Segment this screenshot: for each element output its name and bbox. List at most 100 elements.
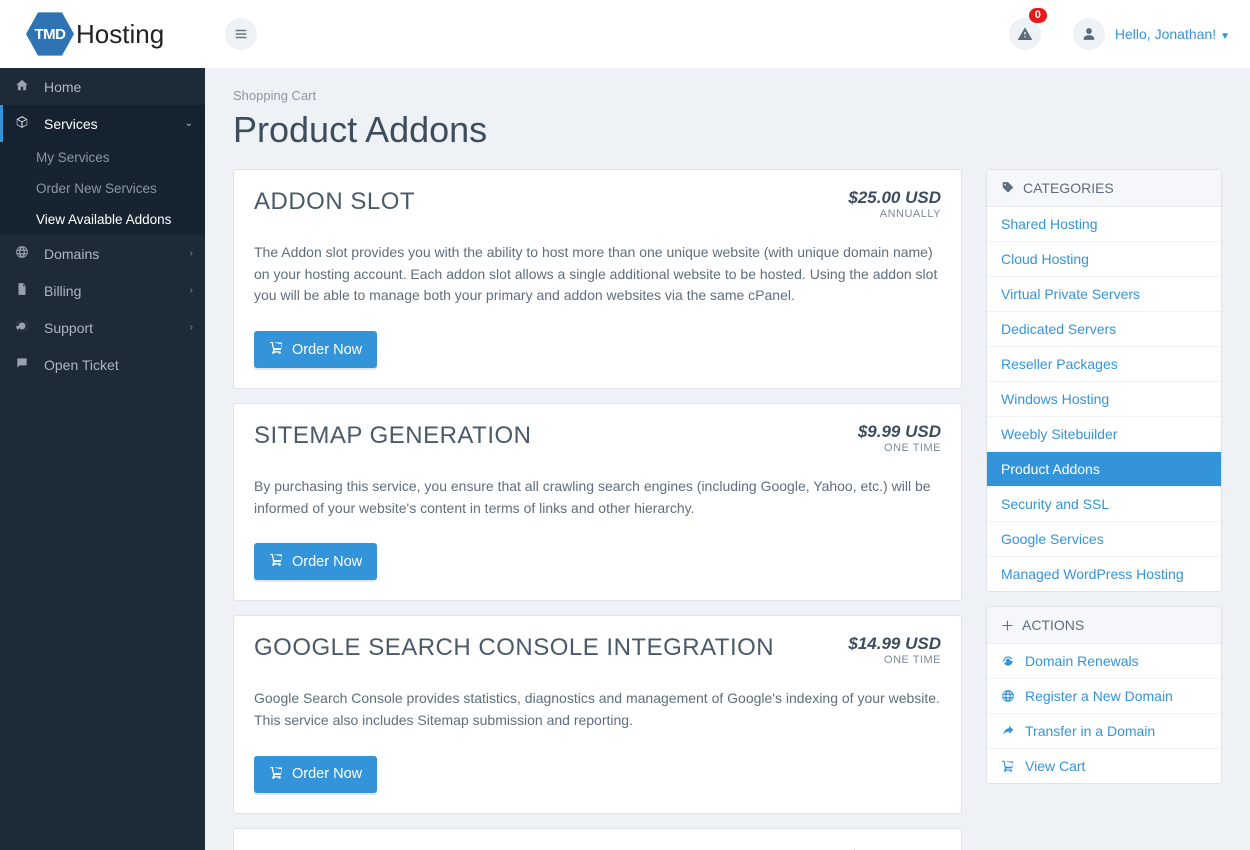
chevron-right-icon: ›: [190, 322, 193, 333]
action-item-register-a-new-domain[interactable]: Register a New Domain: [987, 679, 1221, 714]
refresh-icon: [1001, 654, 1015, 668]
nav-label: Support: [44, 320, 93, 336]
category-item[interactable]: Security and SSL: [987, 487, 1221, 522]
order-label: Order Now: [292, 766, 362, 782]
breadcrumb[interactable]: Shopping Cart: [233, 88, 1222, 103]
caret-down-icon: ▼: [1220, 31, 1230, 42]
sidebar-item-billing[interactable]: Billing ›: [0, 272, 205, 309]
addon-price: $9.99 USD: [858, 422, 941, 442]
categories-panel: CATEGORIES Shared HostingCloud HostingVi…: [986, 169, 1222, 592]
category-item[interactable]: Product Addons: [987, 452, 1221, 487]
sidebar-item-open-ticket[interactable]: Open Ticket: [0, 346, 205, 383]
avatar: [1073, 18, 1105, 50]
action-item-domain-renewals[interactable]: Domain Renewals: [987, 644, 1221, 679]
sidebar: Home Services ⌄ My ServicesOrder New Servic…: [0, 68, 205, 850]
category-item[interactable]: Shared Hosting: [987, 207, 1221, 242]
nav-label: Services: [44, 116, 98, 132]
nav-icon: [14, 78, 30, 95]
chevron-down-icon: ⌄: [185, 118, 193, 129]
cart-icon: [269, 765, 284, 784]
addon-price-block: $9.99 USDONE TIME: [858, 422, 941, 454]
addon-price: $25.00 USD: [848, 188, 941, 208]
addon-price: $14.99 USD: [848, 634, 941, 654]
category-item[interactable]: Google Services: [987, 522, 1221, 557]
action-item-view-cart[interactable]: View Cart: [987, 749, 1221, 783]
addon-price-block: $25.00 USDANNUALLY: [848, 188, 941, 220]
order-label: Order Now: [292, 342, 362, 358]
sidebar-item-support[interactable]: Support ›: [0, 309, 205, 346]
sidebar-subitem-order-new-services[interactable]: Order New Services: [0, 173, 205, 204]
addon-price-block: $14.99 USDONE TIME: [848, 634, 941, 666]
action-label: View Cart: [1025, 758, 1085, 774]
nav-label: Domains: [44, 246, 99, 262]
sidebar-item-services[interactable]: Services ⌄: [0, 105, 205, 142]
chevron-right-icon: ›: [190, 248, 193, 259]
right-column: CATEGORIES Shared HostingCloud HostingVi…: [986, 169, 1222, 798]
order-label: Order Now: [292, 554, 362, 570]
user-icon: [1082, 27, 1096, 41]
category-item[interactable]: Reseller Packages: [987, 347, 1221, 382]
nav-icon: [14, 356, 30, 373]
actions-panel: ACTIONS Domain Renewals Register a New Do…: [986, 606, 1222, 784]
cart-icon: [269, 340, 284, 359]
addon-description: Google Search Console provides statistic…: [254, 688, 941, 731]
addon-cycle: ANNUALLY: [848, 208, 941, 220]
cart-icon: [269, 552, 284, 571]
categories-panel-header: CATEGORIES: [987, 170, 1221, 207]
order-now-button[interactable]: Order Now: [254, 756, 377, 793]
actions-panel-header: ACTIONS: [987, 607, 1221, 644]
greeting-text: Hello, Jonathan!▼: [1115, 26, 1230, 42]
addon-cycle: ONE TIME: [848, 654, 941, 666]
sidebar-item-domains[interactable]: Domains ›: [0, 235, 205, 272]
globe-icon: [1001, 689, 1015, 703]
category-item[interactable]: Cloud Hosting: [987, 242, 1221, 277]
logo-badge: TMD: [26, 10, 74, 58]
addon-card: GOOGLE ANALYTICS INTEGRATION$15.99 USDON…: [233, 828, 962, 850]
chevron-right-icon: ›: [190, 285, 193, 296]
user-menu[interactable]: Hello, Jonathan!▼: [1073, 18, 1230, 50]
hamburger-icon: [234, 27, 248, 41]
addon-title: ADDON SLOT: [254, 188, 415, 216]
notifications-button[interactable]: 0: [1009, 18, 1041, 50]
warning-icon: [1017, 26, 1033, 42]
nav-icon: [14, 319, 30, 336]
share-icon: [1001, 724, 1015, 738]
nav-label: Home: [44, 79, 81, 95]
menu-toggle-button[interactable]: [225, 18, 257, 50]
order-now-button[interactable]: Order Now: [254, 331, 377, 368]
addon-card: SITEMAP GENERATION $9.99 USDONE TIME By pu…: [233, 403, 962, 601]
nav-icon: [14, 115, 30, 132]
addon-description: The Addon slot provides you with the abi…: [254, 242, 941, 307]
cart-icon: [1001, 759, 1015, 773]
nav-label: Billing: [44, 283, 81, 299]
nav-icon: [14, 282, 30, 299]
addon-title: SITEMAP GENERATION: [254, 422, 532, 450]
category-item[interactable]: Virtual Private Servers: [987, 277, 1221, 312]
action-label: Transfer in a Domain: [1025, 723, 1155, 739]
page-title: Product Addons: [233, 109, 1222, 151]
order-now-button[interactable]: Order Now: [254, 543, 377, 580]
category-item[interactable]: Managed WordPress Hosting: [987, 557, 1221, 591]
tags-icon: [1001, 181, 1015, 195]
logo[interactable]: TMD Hosting: [0, 10, 205, 58]
addon-description: By purchasing this service, you ensure t…: [254, 476, 941, 519]
category-item[interactable]: Weebly Sitebuilder: [987, 417, 1221, 452]
addon-card: ADDON SLOT $25.00 USDANNUALLY The Addon sl…: [233, 169, 962, 389]
addon-card: GOOGLE SEARCH CONSOLE INTEGRATION $14.99 …: [233, 615, 962, 813]
category-item[interactable]: Windows Hosting: [987, 382, 1221, 417]
action-label: Domain Renewals: [1025, 653, 1139, 669]
category-item[interactable]: Dedicated Servers: [987, 312, 1221, 347]
nav-icon: [14, 245, 30, 262]
sidebar-item-home[interactable]: Home: [0, 68, 205, 105]
action-item-transfer-in-a-domain[interactable]: Transfer in a Domain: [987, 714, 1221, 749]
sidebar-subitem-view-available-addons[interactable]: View Available Addons: [0, 204, 205, 235]
notifications-badge: 0: [1029, 8, 1047, 23]
action-label: Register a New Domain: [1025, 688, 1173, 704]
addons-column: ADDON SLOT $25.00 USDANNUALLY The Addon sl…: [233, 169, 962, 850]
addon-title: GOOGLE SEARCH CONSOLE INTEGRATION: [254, 634, 774, 662]
sidebar-subitem-my-services[interactable]: My Services: [0, 142, 205, 173]
addon-cycle: ONE TIME: [858, 442, 941, 454]
main-content: Shopping Cart Product Addons ADDON SLOT $…: [205, 68, 1250, 850]
plus-icon: [1001, 619, 1014, 632]
topbar: TMD Hosting 0 Hello, Jonathan!▼: [0, 0, 1250, 68]
